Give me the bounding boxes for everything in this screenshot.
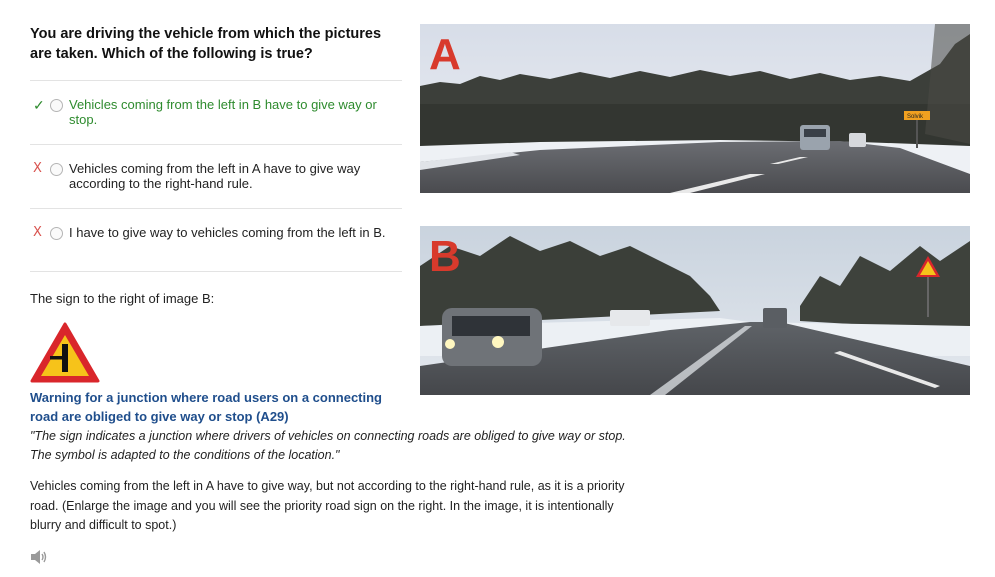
road-photo-a: Solvik (420, 24, 970, 193)
radio-button[interactable] (50, 99, 63, 112)
answer-option-2[interactable]: X Vehicles coming from the left in A hav… (30, 144, 402, 208)
check-icon: ✓ (33, 97, 45, 113)
answer-option-text: Vehicles coming from the left in B have … (69, 97, 377, 127)
answer-options: ✓ Vehicles coming from the left in B hav… (30, 80, 402, 272)
warning-sign-icon (30, 322, 100, 383)
answer-option-text: I have to give way to vehicles coming fr… (69, 225, 386, 240)
road-image-a[interactable]: Solvik A (420, 24, 970, 193)
sign-quote: "The sign indicates a junction where dri… (30, 429, 626, 462)
radio-button[interactable] (50, 163, 63, 176)
sign-caption: The sign to the right of image B: (30, 291, 215, 306)
question-text: You are driving the vehicle from which t… (30, 26, 382, 62)
road-photo-b (420, 226, 970, 395)
direction-sign-text: Solvik (907, 114, 924, 120)
answer-option-3[interactable]: X I have to give way to vehicles coming … (30, 208, 402, 272)
sign-title: Warning for a junction where road users … (30, 390, 383, 424)
radio-button[interactable] (50, 227, 63, 240)
x-icon: X (33, 161, 42, 176)
answer-option-1[interactable]: ✓ Vehicles coming from the left in B hav… (30, 80, 402, 144)
answer-option-text: Vehicles coming from the left in A have … (69, 161, 361, 191)
x-icon: X (33, 225, 42, 240)
road-image-b[interactable]: B (420, 226, 970, 395)
explanation-text: Vehicles coming from the left in A have … (30, 479, 625, 532)
image-label-a: A (429, 30, 461, 79)
speaker-icon[interactable] (30, 549, 48, 565)
image-label-b: B (429, 232, 461, 281)
